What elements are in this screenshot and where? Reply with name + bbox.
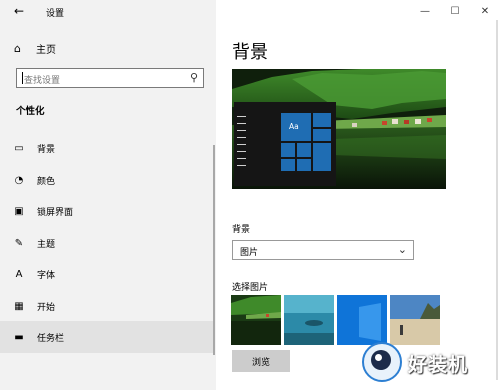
sidebar-item-label: 字体 — [37, 270, 56, 281]
sidebar-item-label: 任务栏 — [37, 333, 65, 344]
page-title: 背景 — [232, 42, 268, 63]
browse-button[interactable]: 浏览 — [232, 350, 290, 372]
preview-tile-text: Aa — [289, 122, 299, 131]
background-preview: Aa — [232, 69, 446, 189]
main-scrollbar[interactable] — [496, 20, 498, 380]
thumbnail-windows-blue[interactable] — [337, 295, 387, 345]
watermark-text: 好装机 — [408, 354, 469, 376]
image-icon: ▭ — [14, 142, 24, 154]
lock-screen-icon: ▣ — [14, 205, 24, 217]
title-bar: ← 设置 — [0, 0, 216, 26]
background-type-select[interactable]: 图片 ⌄ — [232, 240, 414, 260]
thumbnail-beach[interactable] — [390, 295, 440, 345]
chevron-down-icon: ⌄ — [397, 243, 407, 256]
window-controls: — ☐ ✕ — [410, 0, 500, 22]
thumbnail-landscape[interactable] — [231, 295, 281, 345]
preview-tile: Aa — [281, 113, 311, 141]
sidebar-item-label: 开始 — [37, 302, 56, 313]
preview-tile — [313, 129, 331, 141]
close-icon[interactable]: ✕ — [470, 0, 500, 22]
search-input[interactable]: 查找设置 — [24, 73, 60, 86]
start-menu-mockup: Aa — [234, 102, 336, 186]
picture-thumbnails — [231, 295, 443, 345]
preview-tile — [297, 159, 311, 171]
taskbar-icon: ▬ — [14, 331, 24, 343]
home-link[interactable]: ⌂ 主页 — [14, 40, 56, 56]
thumbnail-underwater[interactable] — [284, 295, 334, 345]
sidebar-item-label: 背景 — [37, 144, 56, 155]
sidebar-item-label: 锁屏界面 — [37, 207, 74, 218]
app-title: 设置 — [46, 9, 65, 19]
sidebar-item-start[interactable]: ▦ 开始 — [0, 290, 214, 322]
choose-picture-label: 选择图片 — [232, 283, 269, 293]
sidebar-item-lock-screen[interactable]: ▣ 锁屏界面 — [0, 195, 214, 227]
preview-tile — [297, 143, 311, 157]
home-icon: ⌂ — [14, 41, 21, 55]
preview-tile — [281, 143, 295, 157]
search-box[interactable]: 查找设置 ⚲ — [16, 68, 204, 88]
maximize-icon[interactable]: ☐ — [440, 0, 470, 22]
background-label: 背景 — [232, 225, 251, 235]
sidebar-item-taskbar[interactable]: ▬ 任务栏 — [0, 321, 214, 353]
theme-brush-icon: ✎ — [14, 237, 24, 249]
background-type-value: 图片 — [240, 248, 259, 258]
palette-icon: ◔ — [14, 174, 24, 186]
home-label: 主页 — [36, 44, 56, 56]
sidebar-item-label: 主题 — [37, 239, 56, 250]
preview-tile — [281, 159, 295, 171]
watermark-eye-highlight — [375, 354, 382, 361]
sidebar-scrollbar[interactable] — [213, 145, 215, 355]
search-icon[interactable]: ⚲ — [190, 71, 198, 84]
preview-tile — [313, 143, 331, 171]
minimize-icon[interactable]: — — [410, 0, 440, 22]
sidebar-item-fonts[interactable]: A 字体 — [0, 258, 214, 290]
sidebar-item-label: 颜色 — [37, 176, 56, 187]
sidebar-item-themes[interactable]: ✎ 主题 — [0, 227, 214, 259]
start-grid-icon: ▦ — [14, 300, 24, 312]
menu-lines — [237, 116, 246, 172]
section-title: 个性化 — [16, 106, 45, 117]
sidebar-item-background[interactable]: ▭ 背景 — [0, 132, 214, 164]
sidebar: ← 设置 ⌂ 主页 查找设置 ⚲ 个性化 ▭ 背景 ◔ 颜色 ▣ 锁屏界面 ✎ … — [0, 0, 216, 390]
font-icon: A — [15, 268, 23, 280]
watermark-logo: 好装机 — [359, 340, 500, 390]
sidebar-item-colors[interactable]: ◔ 颜色 — [0, 164, 214, 196]
text-cursor — [22, 72, 23, 84]
watermark-eye-pupil — [371, 350, 391, 370]
back-arrow-icon[interactable]: ← — [14, 4, 24, 18]
preview-tile — [313, 113, 331, 127]
